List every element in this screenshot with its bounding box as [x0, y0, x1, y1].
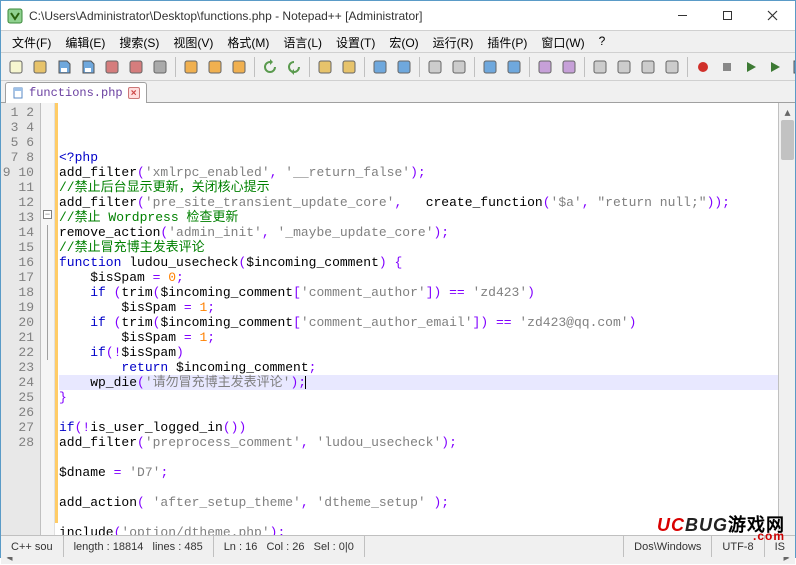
file-icon: [12, 87, 24, 99]
menu-edit[interactable]: 编辑(E): [58, 31, 112, 52]
line-number-gutter: 1 2 3 4 5 6 7 8 9 10 11 12 13 14 15 16 1…: [1, 103, 41, 547]
fold-column[interactable]: −: [41, 103, 55, 547]
scroll-thumb[interactable]: [781, 120, 794, 160]
status-position: Ln : 16 Col : 26 Sel : 0|0: [214, 536, 365, 557]
status-encoding: UTF-8: [712, 536, 764, 557]
menu-settings[interactable]: 设置(T): [329, 31, 382, 52]
code-line[interactable]: if(!is_user_logged_in()): [59, 420, 795, 435]
save-all-icon[interactable]: [77, 56, 99, 78]
code-line[interactable]: return $incoming_comment;: [59, 360, 795, 375]
fold-toggle-icon[interactable]: −: [43, 210, 52, 219]
menu-plugins[interactable]: 插件(P): [480, 31, 534, 52]
code-line[interactable]: add_filter('pre_site_transient_update_co…: [59, 195, 795, 210]
save-icon[interactable]: [53, 56, 75, 78]
code-line[interactable]: [59, 510, 795, 525]
code-line[interactable]: [59, 405, 795, 420]
func-list-icon[interactable]: [637, 56, 659, 78]
doc-list-icon[interactable]: [613, 56, 635, 78]
word-wrap-icon[interactable]: [479, 56, 501, 78]
code-line[interactable]: <?php: [59, 150, 795, 165]
show-all-chars-icon[interactable]: [503, 56, 525, 78]
scroll-up-icon[interactable]: ▴: [779, 103, 796, 120]
menu-window[interactable]: 窗口(W): [534, 31, 591, 52]
undo-icon[interactable]: [259, 56, 281, 78]
find-icon[interactable]: [314, 56, 336, 78]
code-area[interactable]: <?phpadd_filter('xmlrpc_enabled', '__ret…: [55, 103, 795, 547]
code-line[interactable]: add_action( 'after_setup_theme', 'dtheme…: [59, 495, 795, 510]
code-line[interactable]: if (trim($incoming_comment['comment_auth…: [59, 285, 795, 300]
code-line[interactable]: $dname = 'D7';: [59, 465, 795, 480]
menu-search[interactable]: 搜索(S): [112, 31, 166, 52]
zoom-in-icon[interactable]: [369, 56, 391, 78]
code-line[interactable]: //禁止 Wordpress 检查更新: [59, 210, 795, 225]
code-line[interactable]: //禁止冒充博主发表评论: [59, 240, 795, 255]
menu-run[interactable]: 运行(R): [426, 31, 481, 52]
code-line[interactable]: }: [59, 390, 795, 405]
status-eol: Dos\Windows: [624, 536, 712, 557]
folder-icon[interactable]: [661, 56, 683, 78]
close-all-icon[interactable]: [125, 56, 147, 78]
tabbar: functions.php ×: [1, 81, 795, 103]
redo-icon[interactable]: [283, 56, 305, 78]
close-button[interactable]: [750, 1, 795, 30]
tab-label: functions.php: [29, 86, 123, 100]
cut-icon[interactable]: [180, 56, 202, 78]
macro-stop-icon[interactable]: [716, 56, 738, 78]
status-length: length : 18814 lines : 485: [64, 536, 214, 557]
code-line[interactable]: add_filter('xmlrpc_enabled', '__return_f…: [59, 165, 795, 180]
code-line[interactable]: $isSpam = 0;: [59, 270, 795, 285]
tab-functions-php[interactable]: functions.php ×: [5, 82, 147, 103]
lang-udl-icon[interactable]: [558, 56, 580, 78]
code-line[interactable]: $isSpam = 1;: [59, 330, 795, 345]
sync-h-icon[interactable]: [448, 56, 470, 78]
code-line[interactable]: $isSpam = 1;: [59, 300, 795, 315]
toolbar: [1, 53, 795, 81]
status-ins: IS: [765, 536, 795, 557]
code-line[interactable]: [59, 480, 795, 495]
code-line[interactable]: add_filter('preprocess_comment', 'ludou_…: [59, 435, 795, 450]
zoom-out-icon[interactable]: [393, 56, 415, 78]
maximize-button[interactable]: [705, 1, 750, 30]
paste-icon[interactable]: [228, 56, 250, 78]
copy-icon[interactable]: [204, 56, 226, 78]
status-lang: C++ sou: [1, 536, 64, 557]
code-line[interactable]: if (trim($incoming_comment['comment_auth…: [59, 315, 795, 330]
statusbar: C++ sou length : 18814 lines : 485 Ln : …: [1, 535, 795, 557]
print-icon[interactable]: [149, 56, 171, 78]
menubar: 文件(F) 编辑(E) 搜索(S) 视图(V) 格式(M) 语言(L) 设置(T…: [1, 31, 795, 53]
menu-help[interactable]: ?: [592, 31, 613, 52]
macro-play-icon[interactable]: [740, 56, 762, 78]
macro-multi-icon[interactable]: [764, 56, 786, 78]
change-marker: [55, 103, 58, 523]
indent-guide-icon[interactable]: [534, 56, 556, 78]
menu-view[interactable]: 视图(V): [166, 31, 220, 52]
editor[interactable]: 1 2 3 4 5 6 7 8 9 10 11 12 13 14 15 16 1…: [1, 103, 795, 547]
code-line[interactable]: if(!$isSpam): [59, 345, 795, 360]
code-line[interactable]: //禁止后台显示更新，关闭核心提示: [59, 180, 795, 195]
sync-v-icon[interactable]: [424, 56, 446, 78]
app-icon: [7, 8, 23, 24]
macro-record-icon[interactable]: [692, 56, 714, 78]
vertical-scrollbar[interactable]: ▴ ▾: [778, 103, 795, 547]
tab-close-icon[interactable]: ×: [128, 87, 140, 99]
replace-icon[interactable]: [338, 56, 360, 78]
open-file-icon[interactable]: [29, 56, 51, 78]
code-line[interactable]: wp_die('请勿冒充博主发表评论');: [59, 375, 795, 390]
minimize-button[interactable]: [660, 1, 705, 30]
new-file-icon[interactable]: [5, 56, 27, 78]
window-title: C:\Users\Administrator\Desktop\functions…: [29, 9, 660, 23]
menu-macro[interactable]: 宏(O): [382, 31, 425, 52]
menu-file[interactable]: 文件(F): [5, 31, 58, 52]
close-icon[interactable]: [101, 56, 123, 78]
code-line[interactable]: function ludou_usecheck($incoming_commen…: [59, 255, 795, 270]
code-line[interactable]: [59, 450, 795, 465]
menu-lang[interactable]: 语言(L): [276, 31, 329, 52]
macro-save-icon[interactable]: [788, 56, 795, 78]
code-line[interactable]: remove_action('admin_init', '_maybe_upda…: [59, 225, 795, 240]
doc-map-icon[interactable]: [589, 56, 611, 78]
menu-format[interactable]: 格式(M): [220, 31, 276, 52]
titlebar: C:\Users\Administrator\Desktop\functions…: [1, 1, 795, 31]
